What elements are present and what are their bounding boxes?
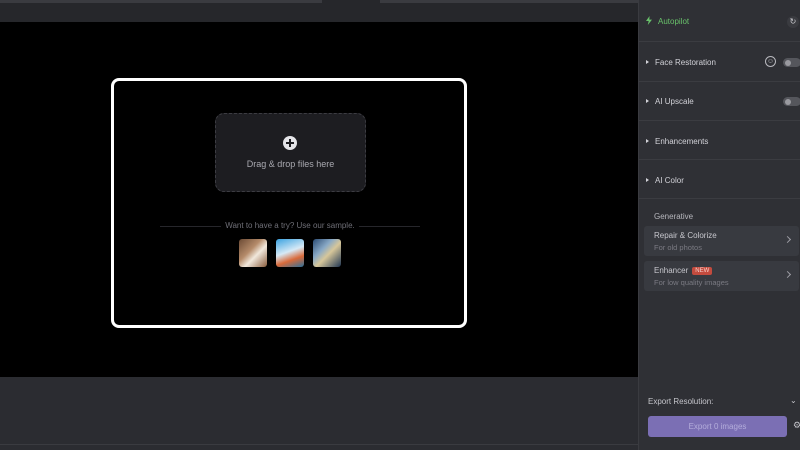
reset-icon[interactable]: ↻ xyxy=(787,16,799,28)
caret-right-icon xyxy=(646,99,649,103)
card-title-wrap: Enhancer NEW xyxy=(654,266,713,275)
export-button[interactable]: Export 0 images xyxy=(648,416,787,437)
face-restoration-toggle[interactable] xyxy=(783,58,800,67)
chevron-right-icon xyxy=(783,270,792,279)
drop-zone[interactable]: Drag & drop files here xyxy=(215,113,366,192)
card-subtitle: For old photos xyxy=(654,243,702,252)
repair-colorize-card[interactable]: Repair & Colorize For old photos xyxy=(644,226,799,256)
sample-thumbnail-3[interactable] xyxy=(313,239,341,267)
sidebar-divider xyxy=(639,159,800,160)
sidebar-divider xyxy=(639,41,800,42)
chevron-right-icon xyxy=(783,235,792,244)
export-resolution-label: Export Resolution: xyxy=(648,397,714,406)
plus-icon[interactable] xyxy=(283,136,297,150)
card-title: Enhancer xyxy=(654,266,689,275)
card-title: Repair & Colorize xyxy=(654,231,717,240)
section-ai-upscale[interactable]: AI Upscale xyxy=(646,97,694,106)
sample-thumbnail-2[interactable] xyxy=(276,239,304,267)
ai-upscale-toggle[interactable] xyxy=(783,97,800,106)
sidebar-divider xyxy=(639,198,800,199)
caret-right-icon xyxy=(646,139,649,143)
sidebar: Autopilot ↻ Face Restoration ☺ AI Upscal… xyxy=(638,0,800,450)
section-label: AI Upscale xyxy=(655,97,694,106)
section-face-restoration[interactable]: Face Restoration xyxy=(646,58,716,67)
bolt-icon xyxy=(646,16,652,25)
sample-thumbnail-1[interactable] xyxy=(239,239,267,267)
caret-right-icon xyxy=(646,60,649,64)
section-label: Enhancements xyxy=(655,137,709,146)
bottom-bar xyxy=(0,377,638,450)
autopilot-toggle[interactable]: Autopilot xyxy=(646,16,689,26)
top-bar-segment xyxy=(0,0,322,3)
bottom-divider xyxy=(0,444,638,445)
expand-icon[interactable]: ⌄ xyxy=(790,397,797,405)
sidebar-divider xyxy=(639,120,800,121)
sidebar-divider xyxy=(639,81,800,82)
card-subtitle: For low quality images xyxy=(654,278,729,287)
generative-heading: Generative xyxy=(654,212,694,221)
section-enhancements[interactable]: Enhancements xyxy=(646,137,708,146)
top-bar-segment xyxy=(380,0,640,3)
enhancer-card[interactable]: Enhancer NEW For low quality images xyxy=(644,261,799,291)
drop-zone-text: Drag & drop files here xyxy=(246,159,335,169)
top-bar xyxy=(0,0,640,22)
autopilot-label: Autopilot xyxy=(658,17,690,26)
new-badge: NEW xyxy=(692,267,713,275)
face-icon[interactable]: ☺ xyxy=(765,56,776,67)
section-label: Face Restoration xyxy=(655,58,716,67)
section-ai-color[interactable]: AI Color xyxy=(646,176,684,185)
sample-prompt: Want to have a try? Use our sample. xyxy=(160,221,420,230)
caret-right-icon xyxy=(646,178,649,182)
sample-prompt-text: Want to have a try? Use our sample. xyxy=(221,221,359,230)
section-label: AI Color xyxy=(655,176,684,185)
gear-icon[interactable]: ⚙ xyxy=(793,421,800,430)
